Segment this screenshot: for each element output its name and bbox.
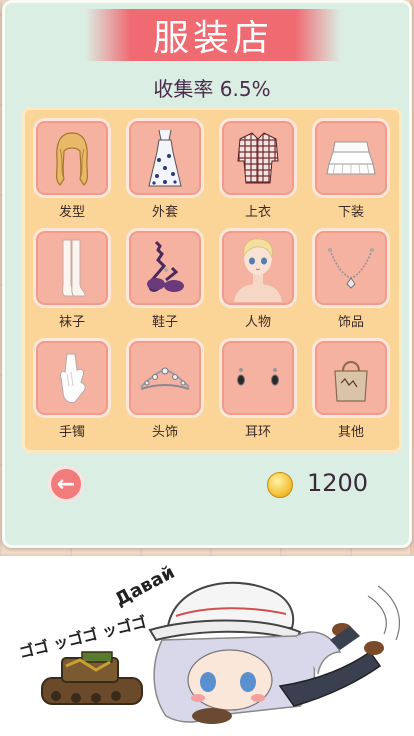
glove-icon — [60, 353, 86, 403]
shoes-icon — [147, 240, 184, 292]
dress-icon — [148, 129, 182, 187]
category-tile[interactable] — [219, 228, 297, 308]
skirt-icon — [326, 141, 376, 175]
category-bottom[interactable]: 下装 — [312, 118, 390, 224]
page-title: 服装店 — [152, 18, 273, 59]
category-socks[interactable]: 袜子 — [33, 228, 111, 334]
shirt-icon — [237, 132, 279, 184]
category-hair[interactable]: 发型 — [33, 118, 111, 224]
category-tile[interactable] — [126, 228, 204, 308]
coin-icon — [267, 472, 293, 498]
tiara-icon — [140, 367, 190, 390]
category-tile[interactable] — [33, 118, 111, 198]
coin-count: 1200 — [307, 469, 369, 497]
back-button[interactable]: ← — [48, 466, 84, 502]
category-bracelet[interactable]: 手镯 — [33, 338, 111, 444]
necklace-icon — [328, 248, 374, 289]
category-label: 耳环 — [244, 425, 271, 440]
category-headwear[interactable]: 头饰 — [126, 338, 204, 444]
category-tile[interactable] — [33, 228, 111, 308]
category-label: 外套 — [151, 205, 178, 220]
character-icon — [234, 238, 282, 302]
shop-panel: 服装店 收集率 6.5% 发型 外套 上衣 下装 袜子 鞋子 人物 饰品 手镯 … — [2, 0, 412, 548]
category-label: 手镯 — [58, 425, 85, 440]
category-tile[interactable] — [33, 338, 111, 418]
category-label: 发型 — [58, 205, 85, 220]
category-grid: 发型 外套 上衣 下装 袜子 鞋子 人物 饰品 手镯 头饰 耳环 其他 — [22, 107, 402, 453]
chibi-character-with-tank-illustration: Давай ゴゴ ッゴゴ ッゴゴ — [17, 562, 400, 724]
category-tile[interactable] — [312, 338, 390, 418]
category-shoes[interactable]: 鞋子 — [126, 228, 204, 334]
category-tile[interactable] — [126, 118, 204, 198]
category-earrings[interactable]: 耳环 — [219, 338, 297, 444]
category-label: 鞋子 — [151, 315, 178, 330]
category-label: 饰品 — [337, 315, 364, 330]
category-coat[interactable]: 外套 — [126, 118, 204, 224]
category-label: 人物 — [244, 315, 271, 330]
category-tile[interactable] — [219, 338, 297, 418]
hair-icon — [56, 132, 88, 186]
category-tile[interactable] — [312, 118, 390, 198]
bottom-illustration: Давай ゴゴ ッゴゴ ッゴゴ — [0, 556, 414, 736]
category-label: 头饰 — [151, 425, 178, 440]
stockings-icon — [62, 239, 86, 297]
category-label: 上衣 — [244, 205, 271, 220]
category-tile[interactable] — [312, 228, 390, 308]
category-other[interactable]: 其他 — [312, 338, 390, 444]
category-tile[interactable] — [219, 118, 297, 198]
title-banner: 服装店 — [85, 9, 341, 61]
category-label: 袜子 — [58, 315, 85, 330]
speech-text-top: Давай — [112, 562, 179, 611]
category-label: 其他 — [337, 425, 364, 440]
category-accessory[interactable]: 饰品 — [312, 228, 390, 334]
bag-icon — [334, 361, 368, 402]
category-tile[interactable] — [126, 338, 204, 418]
tank-icon — [41, 651, 143, 705]
earrings-icon — [237, 368, 279, 386]
category-top[interactable]: 上衣 — [219, 118, 297, 224]
collection-rate: 收集率 6.5% — [153, 77, 271, 101]
back-arrow-icon: ← — [56, 471, 76, 497]
category-label: 下装 — [337, 205, 364, 220]
category-character[interactable]: 人物 — [219, 228, 297, 334]
